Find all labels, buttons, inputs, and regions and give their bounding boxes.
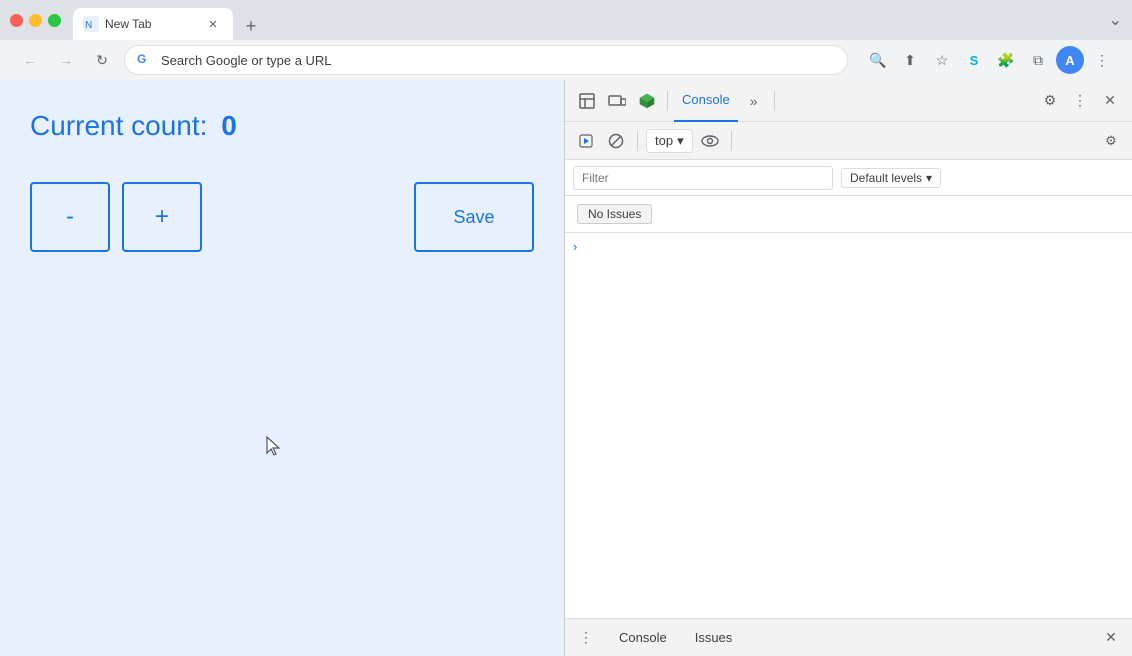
- devtools-header: Console » ⚙ ⋮ ✕: [565, 80, 1132, 122]
- default-levels-chevron-icon: ▾: [926, 171, 932, 185]
- no-issues-badge: No Issues: [577, 204, 652, 224]
- devtools-panel: Console » ⚙ ⋮ ✕: [564, 80, 1132, 656]
- page-content: Current count: 0 - + Save: [0, 80, 564, 656]
- forward-icon: →: [59, 52, 73, 68]
- new-tab-button[interactable]: +: [237, 12, 265, 40]
- more-tabs-icon: »: [750, 93, 758, 109]
- clear-console-button[interactable]: [603, 128, 629, 154]
- count-label-text: Current count:: [30, 110, 207, 141]
- address-bar: ← → ↻ G Search Google or type a URL 🔍 ⬆ …: [0, 40, 1132, 80]
- extensions-3d-button[interactable]: [633, 87, 661, 115]
- run-script-button[interactable]: [573, 128, 599, 154]
- more-tabs-button[interactable]: »: [740, 87, 768, 115]
- bottom-menu-button[interactable]: ⋮: [573, 625, 599, 651]
- console-gear-icon: ⚙: [1105, 133, 1117, 149]
- maximize-window-button[interactable]: [48, 14, 61, 27]
- more-options-button[interactable]: ⋮: [1088, 46, 1116, 74]
- play-icon: [579, 134, 593, 148]
- forward-button[interactable]: →: [52, 46, 80, 74]
- header-separator-2: [774, 91, 775, 111]
- browser-chrome: N New Tab ✕ + ⌄ ← → ↻ G Search Google or…: [0, 0, 1132, 80]
- share-icon[interactable]: ⬆: [896, 46, 924, 74]
- inspector-icon: [578, 92, 596, 110]
- google-g-icon: G: [137, 52, 153, 68]
- bookmark-icon[interactable]: ☆: [928, 46, 956, 74]
- ban-icon: [608, 133, 624, 149]
- close-window-button[interactable]: [10, 14, 23, 27]
- console-tab-label: Console: [682, 92, 730, 107]
- minimize-window-button[interactable]: [29, 14, 42, 27]
- title-bar: N New Tab ✕ + ⌄: [0, 0, 1132, 40]
- hamburger-icon: ⋮: [579, 629, 593, 646]
- devtools-header-right: ⚙ ⋮ ✕: [1036, 87, 1124, 115]
- console-settings-button[interactable]: ⚙: [1098, 128, 1124, 154]
- svg-text:N: N: [85, 20, 92, 31]
- counter-buttons: - + Save: [30, 182, 534, 252]
- address-input-wrap[interactable]: G Search Google or type a URL: [124, 45, 848, 75]
- tab-title: New Tab: [105, 17, 151, 31]
- tab-close-button[interactable]: ✕: [205, 16, 221, 32]
- back-icon: ←: [23, 52, 37, 68]
- devtools-bottom: ⋮ Console Issues ✕: [565, 618, 1132, 656]
- current-count-display: Current count: 0: [30, 110, 534, 142]
- default-levels-dropdown[interactable]: Default levels ▾: [841, 168, 941, 188]
- devtools-settings-button[interactable]: ⚙: [1036, 87, 1064, 115]
- responsive-icon: [608, 92, 626, 110]
- tab-bar: N New Tab ✕ +: [73, 0, 265, 40]
- toolbar-separator-1: [637, 131, 638, 151]
- profile-button[interactable]: A: [1056, 46, 1084, 74]
- bottom-close-icon: ✕: [1105, 629, 1117, 646]
- save-button[interactable]: Save: [414, 182, 534, 252]
- context-label: top: [655, 133, 673, 148]
- devtools-close-button[interactable]: ✕: [1096, 87, 1124, 115]
- close-devtools-icon: ✕: [1104, 92, 1116, 109]
- eye-button[interactable]: [697, 128, 723, 154]
- bottom-close-button[interactable]: ✕: [1098, 625, 1124, 651]
- filter-input[interactable]: [573, 166, 833, 190]
- extensions-icon[interactable]: 🧩: [992, 46, 1020, 74]
- count-value: 0: [221, 110, 237, 141]
- inspector-button[interactable]: [573, 87, 601, 115]
- address-text: Search Google or type a URL: [161, 53, 835, 68]
- tab-favicon-icon: N: [83, 16, 99, 32]
- main-area: Current count: 0 - + Save: [0, 80, 1132, 656]
- devtools-more-button[interactable]: ⋮: [1066, 87, 1094, 115]
- filter-bar: Default levels ▾: [565, 160, 1132, 196]
- profile-icon-letter: A: [1065, 53, 1074, 68]
- bottom-console-tab[interactable]: Console: [611, 626, 675, 649]
- skype-icon[interactable]: S: [960, 46, 988, 74]
- traffic-lights: [10, 14, 61, 27]
- console-prompt-line: ›: [573, 237, 1124, 256]
- tab-overflow-button[interactable]: ⌄: [1109, 10, 1122, 30]
- mouse-cursor-icon: [265, 435, 285, 459]
- vertical-dots-icon: ⋮: [1073, 92, 1087, 109]
- refresh-button[interactable]: ↻: [88, 46, 116, 74]
- settings-gear-icon: ⚙: [1044, 92, 1057, 109]
- console-tab[interactable]: Console: [674, 80, 738, 122]
- 3d-cube-icon: [638, 92, 656, 110]
- toolbar-separator-2: [731, 131, 732, 151]
- devtools-toolbar: top ▾ ⚙: [565, 122, 1132, 160]
- dropdown-chevron-icon: ▾: [677, 133, 684, 149]
- default-levels-label: Default levels: [850, 171, 922, 185]
- responsive-button[interactable]: [603, 87, 631, 115]
- refresh-icon: ↻: [96, 52, 108, 69]
- search-icon[interactable]: 🔍: [864, 46, 892, 74]
- tab-new-tab[interactable]: N New Tab ✕: [73, 8, 233, 40]
- console-chevron-icon: ›: [573, 239, 577, 254]
- bottom-issues-tab[interactable]: Issues: [687, 626, 741, 649]
- console-output[interactable]: ›: [565, 233, 1132, 618]
- no-issues-row: No Issues: [565, 196, 1132, 233]
- split-screen-icon[interactable]: ⧉: [1024, 46, 1052, 74]
- no-issues-text: No Issues: [588, 207, 641, 221]
- increment-button[interactable]: +: [122, 182, 202, 252]
- header-separator-1: [667, 91, 668, 111]
- decrement-button[interactable]: -: [30, 182, 110, 252]
- context-dropdown[interactable]: top ▾: [646, 129, 693, 153]
- eye-icon: [701, 134, 719, 148]
- back-button[interactable]: ←: [16, 46, 44, 74]
- address-right-icons: 🔍 ⬆ ☆ S 🧩 ⧉ A ⋮: [864, 46, 1116, 74]
